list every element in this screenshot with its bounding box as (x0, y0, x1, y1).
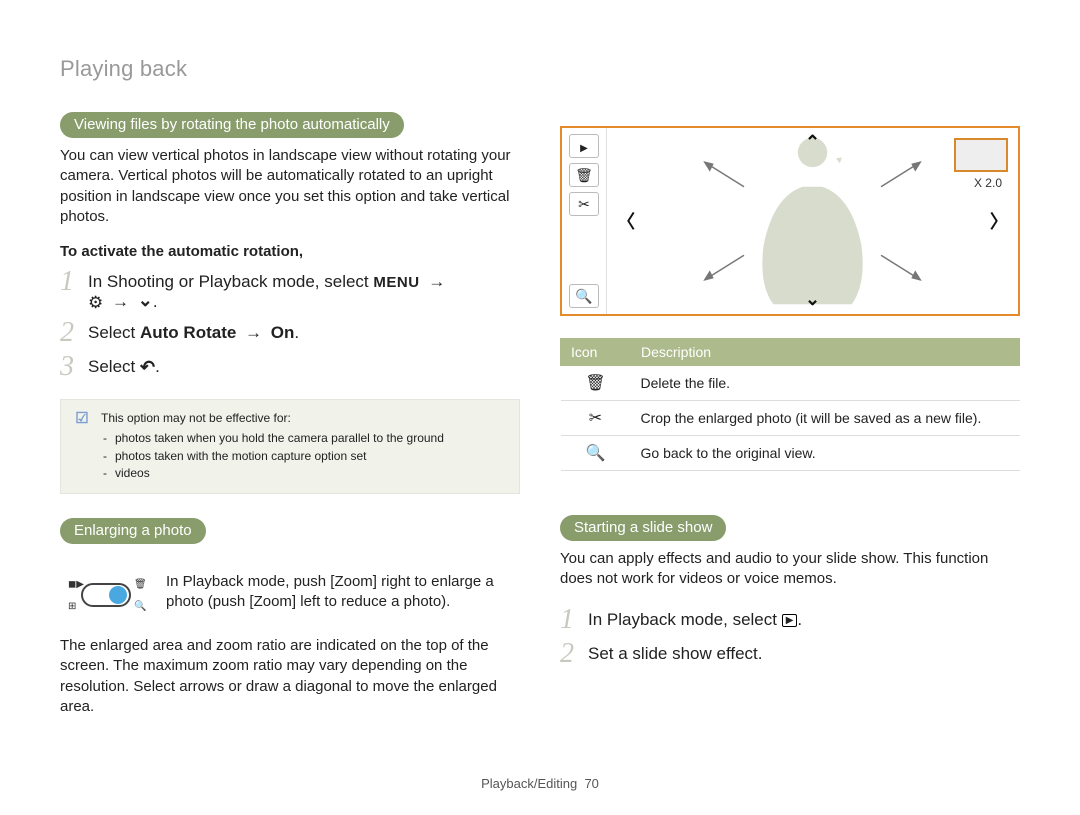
chevron-down-icon (138, 292, 153, 313)
table-header-icon: Icon (561, 339, 631, 366)
step-1-text: In Playback mode, select ▶. (588, 606, 802, 630)
crop-icon: ✂ (561, 401, 631, 436)
step-1: 1 In Shooting or Playback mode, select M… (60, 268, 520, 313)
menu-icon: MENU (373, 274, 419, 291)
crop-icon: ✂ (578, 196, 590, 213)
page-title: Playing back (60, 56, 520, 82)
zoom-instruction: In Playback mode, push [Zoom] right to e… (166, 572, 520, 613)
preview-main[interactable]: X 2.0 ⌃ ⌄ 〈 〉 (607, 128, 1018, 314)
svg-text:◼▶: ◼▶ (68, 579, 84, 590)
table-row: 🗑 Delete the file. (561, 366, 1020, 401)
step-number: 2 (60, 319, 78, 347)
zoom-control-icon: ◼▶ ⊞ 🗑 🔍 (60, 574, 152, 616)
table-row: 🔍 Go back to the original view. (561, 436, 1020, 471)
step-2-text: Select Auto Rotate → On. (88, 319, 299, 343)
page-footer: Playback/Editing 70 (0, 776, 1080, 791)
step-2-text: Set a slide show effect. (588, 640, 763, 664)
play-icon (580, 138, 588, 154)
svg-text:🔍: 🔍 (134, 599, 146, 612)
table-cell-desc: Delete the file. (631, 366, 1020, 401)
back-icon (140, 357, 155, 378)
pan-up-icon[interactable]: ⌃ (805, 132, 820, 153)
zoom-ratio-label: X 2.0 (974, 176, 1002, 190)
step-number: 1 (60, 268, 78, 296)
play-button[interactable] (569, 134, 599, 158)
preview-sidebar: 🗑 ✂ 🔍 (562, 128, 607, 314)
icon-description-table: Icon Description 🗑 Delete the file. ✂ Cr… (560, 338, 1020, 471)
rotation-steps: 1 In Shooting or Playback mode, select M… (60, 268, 520, 381)
pan-down-icon[interactable]: ⌄ (805, 289, 820, 310)
step-3: 3 Select . (60, 353, 520, 381)
note-icon: ☑ (73, 410, 91, 428)
pan-right-icon[interactable]: 〉 (990, 208, 1008, 234)
enlarging-description: The enlarged area and zoom ratio are ind… (60, 636, 520, 717)
slideshow-steps: 1 In Playback mode, select ▶. 2 Set a sl… (560, 606, 1020, 668)
note-list: photos taken when you hold the camera pa… (101, 430, 444, 482)
activate-rotation-subhead: To activate the automatic rotation, (60, 243, 520, 260)
table-row: ✂ Crop the enlarged photo (it will be sa… (561, 401, 1020, 436)
crop-button[interactable]: ✂ (569, 192, 599, 216)
zoom-reset-button[interactable]: 🔍 (569, 284, 599, 308)
table-cell-desc: Go back to the original view. (631, 436, 1020, 471)
trash-icon: 🗑 (575, 167, 593, 184)
trash-icon: 🗑 (561, 366, 631, 401)
zoom-instruction-row: ◼▶ ⊞ 🗑 🔍 In Playback mode, push [Zoom] r… (60, 572, 520, 616)
step-number: 1 (560, 606, 578, 634)
delete-button[interactable]: 🗑 (569, 163, 599, 187)
svg-text:⊞: ⊞ (68, 601, 76, 612)
step-1-text: In Shooting or Playback mode, select MEN… (88, 268, 449, 313)
table-cell-desc: Crop the enlarged photo (it will be save… (631, 401, 1020, 436)
heading-slide-show: Starting a slide show (560, 515, 726, 541)
slideshow-icon: ▶ (782, 614, 798, 627)
gear-icon (88, 293, 103, 313)
note-lead: This option may not be effective for: (101, 410, 444, 427)
step-number: 3 (60, 353, 78, 381)
magnifier-icon: 🔍 (561, 436, 631, 471)
slideshow-description: You can apply effects and audio to your … (560, 549, 1020, 590)
note-item: videos (115, 465, 444, 482)
note-box: ☑ This option may not be effective for: … (60, 399, 520, 494)
zoom-minimap (954, 138, 1008, 172)
step-1: 1 In Playback mode, select ▶. (560, 606, 1020, 634)
heading-enlarging: Enlarging a photo (60, 518, 206, 544)
note-item: photos taken when you hold the camera pa… (115, 430, 444, 447)
step-2: 2 Select Auto Rotate → On. (60, 319, 520, 347)
enlarged-preview-frame: 🗑 ✂ 🔍 X 2.0 ⌃ ⌄ (560, 126, 1020, 316)
note-item: photos taken with the motion capture opt… (115, 448, 444, 465)
step-3-text: Select . (88, 353, 160, 378)
pan-left-icon[interactable]: 〈 (617, 208, 635, 234)
table-header-description: Description (631, 339, 1020, 366)
svg-text:🗑: 🗑 (134, 578, 147, 590)
heading-viewing-files: Viewing files by rotating the photo auto… (60, 112, 404, 138)
viewing-description: You can view vertical photos in landscap… (60, 146, 520, 227)
step-number: 2 (560, 640, 578, 668)
magnifier-icon: 🔍 (575, 288, 592, 305)
step-2: 2 Set a slide show effect. (560, 640, 1020, 668)
